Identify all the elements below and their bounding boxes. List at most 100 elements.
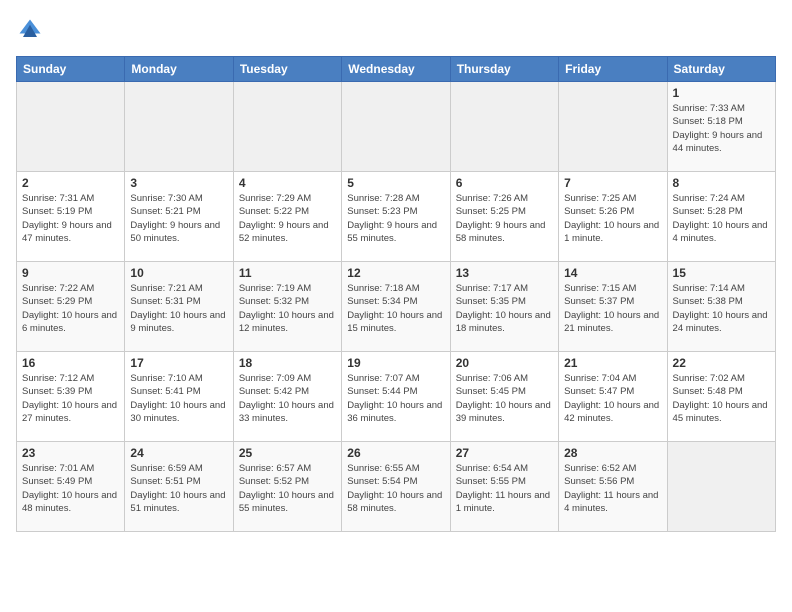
weekday-header-wednesday: Wednesday [342, 57, 450, 82]
day-info: Sunrise: 7:01 AM Sunset: 5:49 PM Dayligh… [22, 462, 119, 515]
day-cell: 12 Sunrise: 7:18 AM Sunset: 5:34 PM Dayli… [342, 262, 450, 352]
day-number: 2 [22, 176, 119, 190]
day-info: Sunrise: 7:26 AM Sunset: 5:25 PM Dayligh… [456, 192, 553, 245]
weekday-header-thursday: Thursday [450, 57, 558, 82]
day-info: Sunrise: 6:59 AM Sunset: 5:51 PM Dayligh… [130, 462, 227, 515]
week-row-5: 23 Sunrise: 7:01 AM Sunset: 5:49 PM Dayli… [17, 442, 776, 532]
day-number: 18 [239, 356, 336, 370]
day-cell: 20 Sunrise: 7:06 AM Sunset: 5:45 PM Dayli… [450, 352, 558, 442]
day-info: Sunrise: 7:19 AM Sunset: 5:32 PM Dayligh… [239, 282, 336, 335]
day-cell: 24 Sunrise: 6:59 AM Sunset: 5:51 PM Dayli… [125, 442, 233, 532]
day-number: 5 [347, 176, 444, 190]
day-cell: 4Sunrise: 7:29 AM Sunset: 5:22 PM Daylig… [233, 172, 341, 262]
day-number: 24 [130, 446, 227, 460]
week-row-2: 2 Sunrise: 7:31 AM Sunset: 5:19 PM Daylig… [17, 172, 776, 262]
day-number: 19 [347, 356, 444, 370]
day-cell: 16 Sunrise: 7:12 AM Sunset: 5:39 PM Dayli… [17, 352, 125, 442]
week-row-4: 16 Sunrise: 7:12 AM Sunset: 5:39 PM Dayli… [17, 352, 776, 442]
day-info: Sunrise: 7:28 AM Sunset: 5:23 PM Dayligh… [347, 192, 444, 245]
day-info: Sunrise: 7:07 AM Sunset: 5:44 PM Dayligh… [347, 372, 444, 425]
day-info: Sunrise: 7:09 AM Sunset: 5:42 PM Dayligh… [239, 372, 336, 425]
day-number: 15 [673, 266, 770, 280]
day-cell: 10 Sunrise: 7:21 AM Sunset: 5:31 PM Dayli… [125, 262, 233, 352]
day-cell [17, 82, 125, 172]
logo [16, 16, 48, 44]
day-info: Sunrise: 7:12 AM Sunset: 5:39 PM Dayligh… [22, 372, 119, 425]
weekday-header-friday: Friday [559, 57, 667, 82]
day-info: Sunrise: 7:21 AM Sunset: 5:31 PM Dayligh… [130, 282, 227, 335]
day-number: 28 [564, 446, 661, 460]
day-number: 22 [673, 356, 770, 370]
day-number: 17 [130, 356, 227, 370]
day-info: Sunrise: 6:52 AM Sunset: 5:56 PM Dayligh… [564, 462, 661, 515]
day-cell: 3 Sunrise: 7:30 AM Sunset: 5:21 PM Daylig… [125, 172, 233, 262]
weekday-header-tuesday: Tuesday [233, 57, 341, 82]
day-info: Sunrise: 7:02 AM Sunset: 5:48 PM Dayligh… [673, 372, 770, 425]
day-number: 23 [22, 446, 119, 460]
day-info: Sunrise: 7:17 AM Sunset: 5:35 PM Dayligh… [456, 282, 553, 335]
day-number: 21 [564, 356, 661, 370]
day-number: 13 [456, 266, 553, 280]
day-number: 8 [673, 176, 770, 190]
day-cell [667, 442, 775, 532]
day-cell [233, 82, 341, 172]
day-cell: 26 Sunrise: 6:55 AM Sunset: 5:54 PM Dayli… [342, 442, 450, 532]
day-cell: 7 Sunrise: 7:25 AM Sunset: 5:26 PM Daylig… [559, 172, 667, 262]
day-info: Sunrise: 7:22 AM Sunset: 5:29 PM Dayligh… [22, 282, 119, 335]
day-number: 20 [456, 356, 553, 370]
weekday-header-row: SundayMondayTuesdayWednesdayThursdayFrid… [17, 57, 776, 82]
day-info: Sunrise: 7:33 AM Sunset: 5:18 PM Dayligh… [673, 102, 770, 155]
day-cell: 6 Sunrise: 7:26 AM Sunset: 5:25 PM Daylig… [450, 172, 558, 262]
day-cell: 14Sunrise: 7:15 AM Sunset: 5:37 PM Dayli… [559, 262, 667, 352]
day-info: Sunrise: 7:30 AM Sunset: 5:21 PM Dayligh… [130, 192, 227, 245]
day-info: Sunrise: 7:18 AM Sunset: 5:34 PM Dayligh… [347, 282, 444, 335]
day-info: Sunrise: 7:15 AM Sunset: 5:37 PM Dayligh… [564, 282, 661, 335]
day-cell: 5 Sunrise: 7:28 AM Sunset: 5:23 PM Daylig… [342, 172, 450, 262]
day-info: Sunrise: 7:04 AM Sunset: 5:47 PM Dayligh… [564, 372, 661, 425]
day-cell: 2 Sunrise: 7:31 AM Sunset: 5:19 PM Daylig… [17, 172, 125, 262]
day-number: 7 [564, 176, 661, 190]
day-cell: 8 Sunrise: 7:24 AM Sunset: 5:28 PM Daylig… [667, 172, 775, 262]
day-cell: 27Sunrise: 6:54 AM Sunset: 5:55 PM Dayli… [450, 442, 558, 532]
day-number: 11 [239, 266, 336, 280]
day-number: 10 [130, 266, 227, 280]
day-info: Sunrise: 7:31 AM Sunset: 5:19 PM Dayligh… [22, 192, 119, 245]
day-cell [125, 82, 233, 172]
day-info: Sunrise: 7:14 AM Sunset: 5:38 PM Dayligh… [673, 282, 770, 335]
day-cell [450, 82, 558, 172]
day-number: 1 [673, 86, 770, 100]
day-number: 26 [347, 446, 444, 460]
weekday-header-monday: Monday [125, 57, 233, 82]
day-info: Sunrise: 6:55 AM Sunset: 5:54 PM Dayligh… [347, 462, 444, 515]
day-cell: 15 Sunrise: 7:14 AM Sunset: 5:38 PM Dayli… [667, 262, 775, 352]
day-number: 25 [239, 446, 336, 460]
day-info: Sunrise: 7:06 AM Sunset: 5:45 PM Dayligh… [456, 372, 553, 425]
day-cell: 21 Sunrise: 7:04 AM Sunset: 5:47 PM Dayli… [559, 352, 667, 442]
day-number: 3 [130, 176, 227, 190]
page-header [16, 16, 776, 44]
day-number: 12 [347, 266, 444, 280]
day-number: 6 [456, 176, 553, 190]
week-row-3: 9Sunrise: 7:22 AM Sunset: 5:29 PM Daylig… [17, 262, 776, 352]
day-cell: 28 Sunrise: 6:52 AM Sunset: 5:56 PM Dayli… [559, 442, 667, 532]
day-cell [342, 82, 450, 172]
day-cell: 9Sunrise: 7:22 AM Sunset: 5:29 PM Daylig… [17, 262, 125, 352]
weekday-header-sunday: Sunday [17, 57, 125, 82]
day-cell: 13 Sunrise: 7:17 AM Sunset: 5:35 PM Dayli… [450, 262, 558, 352]
week-row-1: 1 Sunrise: 7:33 AM Sunset: 5:18 PM Daylig… [17, 82, 776, 172]
day-cell: 22 Sunrise: 7:02 AM Sunset: 5:48 PM Dayli… [667, 352, 775, 442]
day-info: Sunrise: 6:54 AM Sunset: 5:55 PM Dayligh… [456, 462, 553, 515]
day-number: 16 [22, 356, 119, 370]
calendar-table: SundayMondayTuesdayWednesdayThursdayFrid… [16, 56, 776, 532]
weekday-header-saturday: Saturday [667, 57, 775, 82]
logo-icon [16, 16, 44, 44]
day-info: Sunrise: 7:24 AM Sunset: 5:28 PM Dayligh… [673, 192, 770, 245]
day-info: Sunrise: 7:25 AM Sunset: 5:26 PM Dayligh… [564, 192, 661, 245]
day-cell: 19 Sunrise: 7:07 AM Sunset: 5:44 PM Dayli… [342, 352, 450, 442]
day-cell: 23 Sunrise: 7:01 AM Sunset: 5:49 PM Dayli… [17, 442, 125, 532]
day-cell: 11 Sunrise: 7:19 AM Sunset: 5:32 PM Dayli… [233, 262, 341, 352]
day-cell: 25Sunrise: 6:57 AM Sunset: 5:52 PM Dayli… [233, 442, 341, 532]
day-cell: 1 Sunrise: 7:33 AM Sunset: 5:18 PM Daylig… [667, 82, 775, 172]
day-number: 4 [239, 176, 336, 190]
day-cell [559, 82, 667, 172]
